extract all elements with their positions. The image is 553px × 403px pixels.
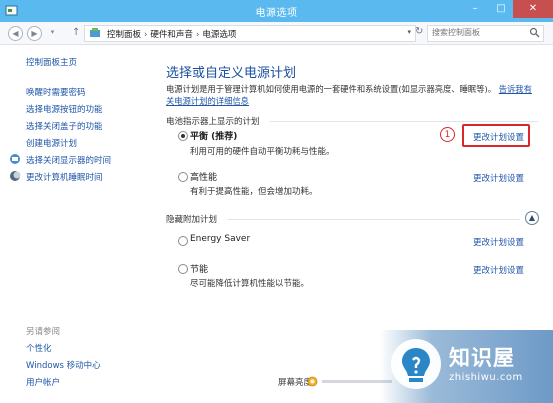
plan-energy-saver-radio[interactable] (178, 236, 188, 246)
refresh-icon[interactable]: ↻ (415, 26, 423, 37)
sidebar-item-lid-close[interactable]: 选择关闭盖子的功能 (26, 120, 103, 132)
group-divider (270, 121, 538, 122)
moon-icon (10, 171, 21, 181)
close-button[interactable]: ✕ (513, 0, 553, 18)
description-text: 电源计划是用于管理计算机如何使用电源的一套硬件和系统设置(如显示器亮度、睡眠等)… (166, 84, 497, 94)
plan-balanced-name[interactable]: 平衡 (推荐) (190, 129, 237, 142)
recent-pages-chevron-icon[interactable]: ▾ (46, 26, 59, 39)
brightness-sun-icon (307, 376, 318, 387)
collapse-chevron-icon[interactable]: ▲ (525, 211, 539, 225)
plan-high-performance-name[interactable]: 高性能 (190, 170, 217, 183)
battery-plans-group-label: 电池指示器上显示的计划 (166, 117, 260, 127)
address-bar: ◀ ▶ ▾ ↑ 控制面板 › 硬件和声音 › 电源选项 ▾ ↻ (0, 22, 553, 45)
minimize-button[interactable]: – (462, 0, 488, 18)
up-arrow-icon[interactable]: ↑ (72, 27, 80, 38)
group-divider (228, 219, 520, 220)
watermark-subtitle: zhishiwu.com (449, 372, 523, 383)
maximize-button[interactable]: □ (488, 0, 514, 18)
breadcrumb-path: 控制面板 › 硬件和声音 › 电源选项 (107, 30, 237, 40)
crumb-control-panel[interactable]: 控制面板 (107, 30, 141, 40)
sidebar-item-sleep-time[interactable]: 更改计算机睡眠时间 (26, 171, 103, 183)
sidebar-item-power-button[interactable]: 选择电源按钮的功能 (26, 103, 103, 115)
search-icon[interactable] (529, 27, 540, 38)
change-plan-settings-high-performance[interactable]: 更改计划设置 (473, 172, 524, 184)
annotation-marker: 1 (440, 127, 455, 142)
see-also-user-accounts[interactable]: 用户帐户 (26, 376, 60, 388)
search-box[interactable] (427, 25, 544, 42)
crumb-power-options[interactable]: 电源选项 (202, 30, 236, 40)
plan-power-saver-radio[interactable] (178, 264, 188, 274)
title-bar: 电源选项 – □ ✕ (0, 0, 553, 22)
control-panel-home-link[interactable]: 控制面板主页 (26, 56, 77, 68)
plan-balanced-radio[interactable] (178, 131, 188, 141)
forward-button[interactable]: ▶ (27, 26, 42, 41)
page-title: 选择或自定义电源计划 (166, 66, 297, 81)
sidebar-item-create-plan[interactable]: 创建电源计划 (26, 137, 77, 149)
see-also-personalization[interactable]: 个性化 (26, 342, 52, 354)
address-dropdown-icon[interactable]: ▾ (407, 28, 411, 36)
change-plan-settings-energy-saver[interactable]: 更改计划设置 (473, 236, 524, 248)
breadcrumb[interactable]: 控制面板 › 硬件和声音 › 电源选项 ▾ (84, 25, 416, 42)
change-plan-settings-power-saver[interactable]: 更改计划设置 (473, 264, 524, 276)
plan-balanced-desc: 利用可用的硬件自动平衡功耗与性能。 (190, 147, 335, 157)
back-button[interactable]: ◀ (8, 26, 23, 41)
change-plan-settings-balanced[interactable]: 更改计划设置 (473, 131, 524, 143)
see-also-mobility-center[interactable]: Windows 移动中心 (26, 359, 101, 371)
plan-energy-saver-name[interactable]: Energy Saver (190, 234, 250, 244)
sidebar-item-display-off[interactable]: 选择关闭显示器的时间 (26, 154, 111, 166)
see-also-label: 另请参阅 (26, 327, 61, 337)
control-panel-icon (90, 28, 100, 37)
bulb-logo-icon (391, 339, 441, 389)
plan-power-saver-desc: 尽可能降低计算机性能以节能。 (190, 279, 310, 289)
search-input[interactable] (428, 26, 530, 39)
plan-high-performance-radio[interactable] (178, 172, 188, 182)
watermark-title: 知识屋 (449, 346, 515, 370)
plan-power-saver-name[interactable]: 节能 (190, 262, 208, 275)
display-icon (10, 154, 20, 164)
plan-high-performance-desc: 有利于提高性能，但会增加功耗。 (190, 187, 318, 197)
page-description: 电源计划是用于管理计算机如何使用电源的一套硬件和系统设置(如显示器亮度、睡眠等)… (166, 83, 538, 107)
crumb-hardware-sound[interactable]: 硬件和声音 (150, 30, 193, 40)
sidebar-item-wake-password[interactable]: 唤醒时需要密码 (26, 86, 86, 98)
hidden-plans-group-label: 隐藏附加计划 (166, 215, 218, 225)
